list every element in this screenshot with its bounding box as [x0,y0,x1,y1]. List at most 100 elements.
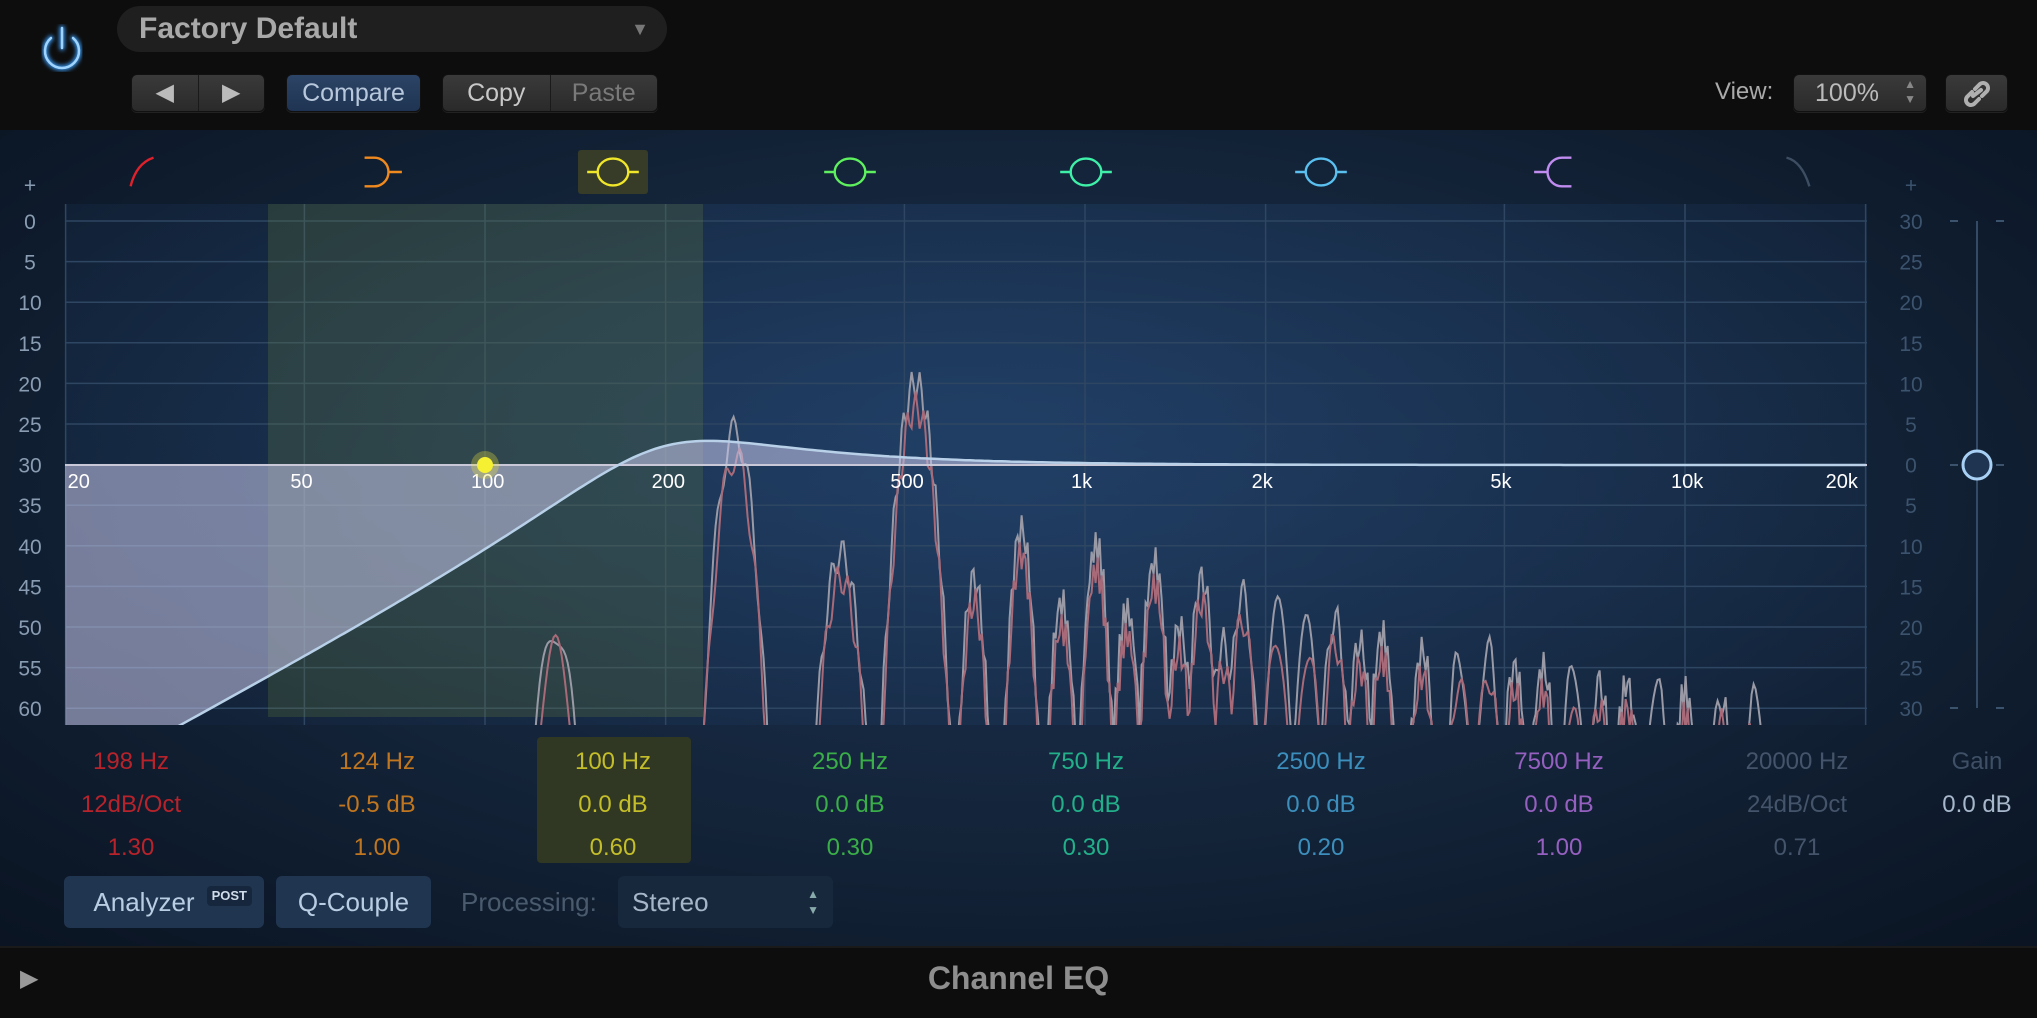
q-couple-button[interactable]: Q-Couple [276,876,431,928]
bell-icon [1060,157,1112,187]
analyzer-label: Analyzer [93,887,195,917]
right-scale-label: 0 [1905,455,1917,478]
link-icon [1963,81,1990,107]
gain-value[interactable]: 0.0 dB [1892,783,2037,826]
band-4-toggle[interactable] [815,150,885,194]
band-2-freq[interactable]: 124 Hz [292,740,462,783]
band-4-q[interactable]: 0.30 [765,826,935,869]
left-scale-label: 35 [18,495,41,518]
view-label: View: [1715,78,1774,105]
right-scale-label: 10 [1899,536,1922,559]
left-scale-label: 20 [18,373,41,396]
band-7-gain[interactable]: 0.0 dB [1474,783,1644,826]
copy-button[interactable]: Copy [443,75,550,111]
freq-tick-label: 2k [1252,471,1274,493]
freq-tick-label: 10k [1671,471,1704,493]
left-scale-label: 25 [18,414,41,437]
plugin-title: Channel EQ [927,960,1110,996]
preset-dropdown[interactable]: Factory Default ▼ [117,6,667,52]
band-2-gain[interactable]: -0.5 dB [292,783,462,826]
freq-tick-label: 1k [1071,471,1093,493]
band-6-freq[interactable]: 2500 Hz [1236,740,1406,783]
view-zoom-select[interactable]: 100% ▲ ▼ [1793,74,1927,112]
band-1-toggle[interactable] [108,150,178,194]
band-handle[interactable] [477,457,493,473]
right-scale-label: + [1905,174,1917,197]
band-3-q[interactable]: 0.60 [528,826,698,869]
band-2-toggle[interactable] [342,150,412,194]
low-shelf-icon [364,156,402,188]
right-scale-label: 5 [1905,495,1917,518]
stepper-arrows-icon: ▲ ▼ [807,887,819,917]
band-2-q[interactable]: 1.00 [292,826,462,869]
high-cut-icon [1786,156,1811,187]
post-badge[interactable]: POST [206,886,252,906]
high-shelf-icon [1534,156,1572,188]
paste-button[interactable]: Paste [549,75,658,111]
left-scale-label: - [27,735,34,740]
link-button[interactable] [1945,74,2008,112]
copy-paste-group: Copy Paste [442,74,658,112]
band-3-freq[interactable]: 100 Hz [528,740,698,783]
gain-slider-knob[interactable] [1961,449,1993,481]
band-8-freq[interactable]: 20000 Hz [1712,740,1882,783]
band-4-gain[interactable]: 0.0 dB [765,783,935,826]
band-7-toggle[interactable] [1524,150,1594,194]
processing-value: Stereo [632,887,709,917]
band-4-freq[interactable]: 250 Hz [765,740,935,783]
right-scale-label: 15 [1899,576,1922,599]
right-scale-label: 30 [1899,698,1922,721]
gain-label: Gain [1951,748,2003,775]
compare-button[interactable]: Compare [286,74,421,112]
band-6-gain[interactable]: 0.0 dB [1236,783,1406,826]
power-icon[interactable] [34,22,90,78]
chevron-down-icon: ▼ [631,19,649,39]
band-5-gain[interactable]: 0.0 dB [1001,783,1171,826]
right-scale-label: 30 [1899,211,1922,234]
processing-label: Processing: [461,887,597,917]
next-preset-button[interactable]: ▶ [197,75,265,111]
band-7-freq[interactable]: 7500 Hz [1474,740,1644,783]
low-cut-icon [129,156,154,187]
band-6-toggle[interactable] [1286,150,1356,194]
freq-tick-label: 20k [1826,471,1859,493]
left-scale-label: 40 [18,536,41,559]
band-5-freq[interactable]: 750 Hz [1001,740,1171,783]
band-8-toggle[interactable] [1762,150,1832,194]
band-7-q[interactable]: 1.00 [1474,826,1644,869]
left-scale-label: 10 [18,292,41,315]
left-scale-label: 5 [24,252,36,275]
preset-name: Factory Default [139,12,358,45]
eq-graph[interactable]: 20 50 10 0 200 500 1k 2k 5k 10k 20k +0 5 10 15 20 25 30 35… [0,130,2037,740]
freq-tick-label: 5k [1490,471,1512,493]
band-5-toggle[interactable] [1051,150,1121,194]
bell-icon [587,157,639,187]
right-scale-label: 20 [1899,617,1922,640]
left-scale-label: 60 [18,698,41,721]
analyzer-button[interactable]: Analyzer POST [64,876,264,928]
bell-icon [1295,157,1347,187]
bell-icon [824,157,876,187]
band-8-q[interactable]: 0.71 [1712,826,1882,869]
freq-tick-label: 200 [652,471,685,493]
right-scale-label: 20 [1899,292,1922,315]
stepper-arrows-icon: ▲ ▼ [1904,77,1916,106]
band-5-q[interactable]: 0.30 [1001,826,1171,869]
left-scale-label: 30 [18,455,41,478]
previous-preset-button[interactable]: ◀ [132,75,198,111]
band-1-q[interactable]: 1.30 [46,826,216,869]
freq-tick-label: 20 [68,471,90,493]
band-3-gain[interactable]: 0.0 dB [528,783,698,826]
right-scale-label: 15 [1899,333,1922,356]
left-scale-label: 50 [18,617,41,640]
left-scale-label: 55 [18,658,41,681]
band-8-gain[interactable]: 24dB/Oct [1712,783,1882,826]
processing-select[interactable]: Stereo ▲ ▼ [618,876,833,928]
right-scale-label: 5 [1905,414,1917,437]
band-3-toggle[interactable] [578,150,648,194]
left-scale-label: 15 [18,333,41,356]
band-1-gain[interactable]: 12dB/Oct [46,783,216,826]
band-1-freq[interactable]: 198 Hz [46,740,216,783]
right-scale-label: 25 [1899,252,1922,275]
band-6-q[interactable]: 0.20 [1236,826,1406,869]
